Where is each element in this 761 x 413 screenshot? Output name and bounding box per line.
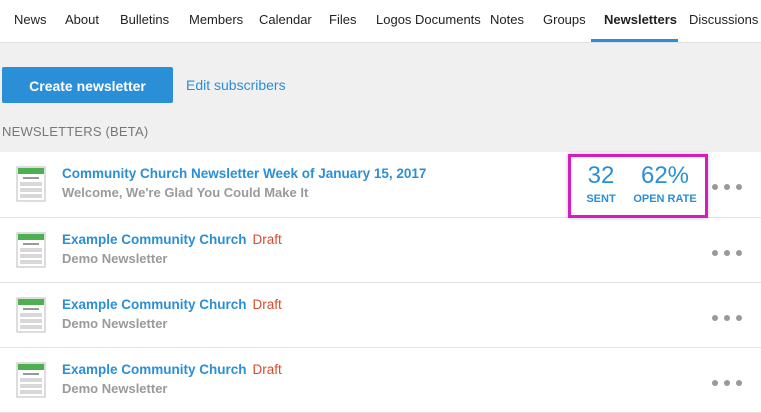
newsletter-subtitle: Welcome, We're Glad You Could Make It xyxy=(62,185,309,200)
draft-status: Draft xyxy=(252,297,282,312)
tab-members[interactable]: Members xyxy=(189,0,243,42)
newsletter-list: Community Church Newsletter Week of Janu… xyxy=(0,152,761,413)
draft-status: Draft xyxy=(252,232,282,247)
newsletter-row[interactable]: Example Community Church Draft Demo Newsl… xyxy=(0,348,761,413)
top-nav: News About Bulletins Members Calendar Fi… xyxy=(0,0,761,43)
open-rate-stat: 62% OPEN RATE xyxy=(629,162,701,206)
more-options-icon[interactable] xyxy=(712,308,748,321)
more-options-icon[interactable] xyxy=(712,243,748,256)
sent-label: SENT xyxy=(586,193,616,205)
newsletter-document-icon xyxy=(16,297,46,333)
tab-calendar[interactable]: Calendar xyxy=(259,0,312,42)
open-rate-value: 62% xyxy=(640,162,690,189)
tab-notes[interactable]: Notes xyxy=(490,0,524,42)
section-title: NEWSLETTERS (BETA) xyxy=(2,124,149,139)
newsletter-title[interactable]: Community Church Newsletter Week of Janu… xyxy=(62,166,426,181)
newsletter-title[interactable]: Example Community Church Draft xyxy=(62,232,282,247)
open-rate-label: OPEN RATE xyxy=(633,193,697,205)
newsletter-row[interactable]: Community Church Newsletter Week of Janu… xyxy=(0,152,761,218)
newsletter-subtitle: Demo Newsletter xyxy=(62,251,168,266)
newsletter-document-icon xyxy=(16,232,46,268)
tab-about[interactable]: About xyxy=(65,0,99,42)
newsletter-row[interactable]: Example Community Church Draft Demo Newsl… xyxy=(0,283,761,348)
newsletter-subtitle: Demo Newsletter xyxy=(62,316,168,331)
create-newsletter-button[interactable]: Create newsletter xyxy=(2,67,173,103)
more-options-icon[interactable] xyxy=(712,373,748,386)
tab-news[interactable]: News xyxy=(14,0,47,42)
sent-stat: 32 SENT xyxy=(581,162,621,206)
newsletter-title-text[interactable]: Example Community Church xyxy=(62,362,247,377)
tab-files[interactable]: Files xyxy=(329,0,356,42)
newsletter-subtitle: Demo Newsletter xyxy=(62,381,168,396)
newsletter-document-icon xyxy=(16,362,46,398)
more-options-icon[interactable] xyxy=(712,177,748,190)
active-tab-indicator xyxy=(591,39,678,42)
edit-subscribers-link[interactable]: Edit subscribers xyxy=(186,77,286,93)
newsletter-row[interactable]: Example Community Church Draft Demo Newsl… xyxy=(0,218,761,283)
newsletter-title[interactable]: Example Community Church Draft xyxy=(62,297,282,312)
tab-newsletters[interactable]: Newsletters xyxy=(604,0,677,42)
newsletter-document-icon xyxy=(16,166,46,202)
sent-count: 32 xyxy=(587,162,615,189)
newsletter-title[interactable]: Example Community Church Draft xyxy=(62,362,282,377)
tab-logos-documents[interactable]: Logos Documents xyxy=(376,0,481,42)
draft-status: Draft xyxy=(252,362,282,377)
newsletter-title-text[interactable]: Example Community Church xyxy=(62,297,247,312)
stats-highlight-box: 32 SENT 62% OPEN RATE xyxy=(568,154,708,218)
tab-discussions[interactable]: Discussions xyxy=(689,0,758,42)
newsletter-title-text[interactable]: Example Community Church xyxy=(62,232,247,247)
tab-bulletins[interactable]: Bulletins xyxy=(120,0,169,42)
tab-groups[interactable]: Groups xyxy=(543,0,586,42)
